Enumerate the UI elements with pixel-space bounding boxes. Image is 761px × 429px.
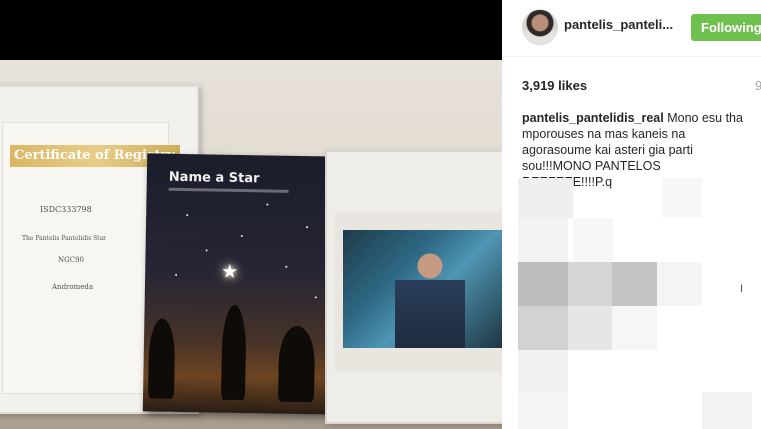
tree-silhouette — [147, 318, 176, 399]
side-mark: I — [740, 283, 744, 295]
post-time[interactable]: 9 — [755, 78, 761, 93]
caption-author[interactable]: pantelis_pantelidis_real — [522, 111, 664, 125]
name-a-star-book: Name a Star ★ — [142, 153, 338, 415]
tree-silhouette — [220, 304, 247, 401]
certificate-id: ISDC333798 — [40, 205, 92, 214]
book-subtitle-line — [168, 187, 289, 193]
tree-silhouette — [277, 325, 316, 403]
certificate-constellation: Andromeda — [52, 283, 94, 291]
following-button[interactable]: Following — [691, 14, 761, 41]
username-link[interactable]: pantelis_panteli... — [564, 17, 673, 32]
post-header: pantelis_panteli... Following — [502, 0, 761, 57]
certificate-star-name: The Pantelis Pantelidis Star — [22, 235, 107, 242]
star-icon: ★ — [221, 261, 239, 283]
portrait-person — [395, 248, 465, 348]
photo-top-band — [0, 0, 502, 60]
post-sidebar: pantelis_panteli... Following 3,919 like… — [502, 0, 761, 429]
avatar[interactable] — [522, 9, 558, 45]
book-title: Name a Star — [168, 169, 260, 187]
framed-portrait — [343, 230, 502, 348]
photo-frame — [325, 150, 502, 424]
likes-count[interactable]: 3,919 likes — [522, 78, 587, 93]
certificate-coord: NGC90 — [58, 256, 84, 264]
post-photo[interactable]: Certificate of Registry ISDC333798 The P… — [0, 0, 502, 429]
